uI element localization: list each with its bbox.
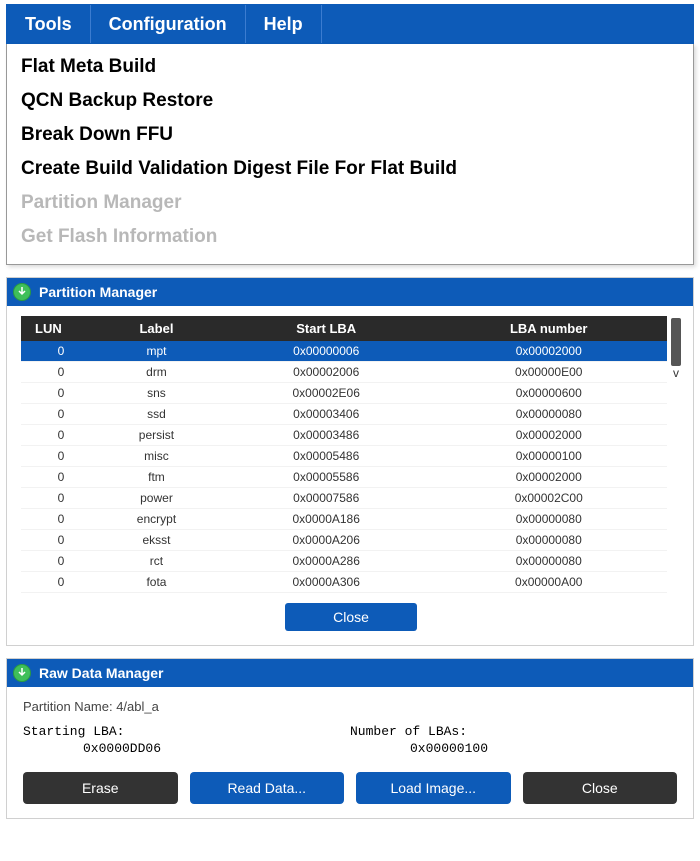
table-cell-start: 0x00003486: [222, 425, 431, 446]
scrollbar-thumb[interactable]: [671, 318, 681, 366]
table-cell-label: sns: [91, 383, 222, 404]
table-row[interactable]: 0drm0x000020060x00000E00: [21, 362, 667, 383]
table-cell-label: eksst: [91, 530, 222, 551]
table-cell-start: 0x0000A206: [222, 530, 431, 551]
table-row[interactable]: 0fota0x0000A3060x00000A00: [21, 572, 667, 593]
table-row[interactable]: 0encrypt0x0000A1860x00000080: [21, 509, 667, 530]
table-cell-start: 0x00002E06: [222, 383, 431, 404]
table-cell-lbanum: 0x00000A00: [430, 572, 667, 593]
table-cell-label: ftm: [91, 467, 222, 488]
table-cell-lun: 0: [21, 488, 91, 509]
col-lbanum: LBA number: [430, 316, 667, 341]
download-arrow-icon: [13, 283, 31, 301]
table-cell-lun: 0: [21, 509, 91, 530]
partition-manager-title: Partition Manager: [39, 284, 157, 300]
table-cell-lun: 0: [21, 467, 91, 488]
table-cell-lbanum: 0x00000E00: [430, 362, 667, 383]
table-cell-lbanum: 0x00000080: [430, 551, 667, 572]
table-cell-start: 0x00002006: [222, 362, 431, 383]
table-row[interactable]: 0ssd0x000034060x00000080: [21, 404, 667, 425]
table-cell-start: 0x00005486: [222, 446, 431, 467]
table-cell-lun: 0: [21, 446, 91, 467]
table-cell-lun: 0: [21, 404, 91, 425]
number-lbas-value: 0x00000100: [350, 741, 677, 756]
table-row[interactable]: 0rct0x0000A2860x00000080: [21, 551, 667, 572]
table-cell-label: ssd: [91, 404, 222, 425]
dropdown-item[interactable]: Create Build Validation Digest File For …: [7, 152, 693, 186]
table-cell-start: 0x00003406: [222, 404, 431, 425]
table-cell-lbanum: 0x00002C00: [430, 488, 667, 509]
table-cell-start: 0x0000A286: [222, 551, 431, 572]
raw-close-button[interactable]: Close: [523, 772, 678, 804]
table-cell-label: drm: [91, 362, 222, 383]
table-cell-lun: 0: [21, 425, 91, 446]
table-row[interactable]: 0ftm0x000055860x00002000: [21, 467, 667, 488]
table-cell-lun: 0: [21, 551, 91, 572]
table-cell-label: persist: [91, 425, 222, 446]
dropdown-item: Get Flash Information: [7, 220, 693, 254]
table-cell-start: 0x00007586: [222, 488, 431, 509]
menubar: Tools Configuration Help: [6, 4, 694, 44]
dropdown-item[interactable]: QCN Backup Restore: [7, 84, 693, 118]
dropdown-item[interactable]: Break Down FFU: [7, 118, 693, 152]
menu-help[interactable]: Help: [246, 5, 322, 43]
partition-table: LUN Label Start LBA LBA number 0mpt0x000…: [21, 316, 667, 593]
raw-data-manager-body: Partition Name: 4/abl_a Starting LBA: Nu…: [7, 687, 693, 818]
table-cell-lbanum: 0x00000100: [430, 446, 667, 467]
table-row[interactable]: 0eksst0x0000A2060x00000080: [21, 530, 667, 551]
table-cell-start: 0x00000006: [222, 341, 431, 362]
read-data-button[interactable]: Read Data...: [190, 772, 345, 804]
partition-name-label: Partition Name: 4/abl_a: [23, 699, 677, 714]
table-cell-lbanum: 0x00000080: [430, 404, 667, 425]
table-cell-label: rct: [91, 551, 222, 572]
table-cell-label: mpt: [91, 341, 222, 362]
raw-data-manager-title: Raw Data Manager: [39, 665, 163, 681]
download-arrow-icon: [13, 664, 31, 682]
col-lun: LUN: [21, 316, 91, 341]
table-cell-label: encrypt: [91, 509, 222, 530]
table-cell-label: fota: [91, 572, 222, 593]
table-cell-lbanum: 0x00000080: [430, 509, 667, 530]
dropdown-item[interactable]: Flat Meta Build: [7, 50, 693, 84]
table-row[interactable]: 0persist0x000034860x00002000: [21, 425, 667, 446]
number-lbas-label: Number of LBAs:: [350, 724, 677, 739]
dropdown-item: Partition Manager: [7, 186, 693, 220]
table-cell-lun: 0: [21, 341, 91, 362]
scrollbar-down-icon[interactable]: v: [671, 366, 681, 380]
table-cell-lun: 0: [21, 572, 91, 593]
table-cell-lun: 0: [21, 530, 91, 551]
table-cell-lun: 0: [21, 383, 91, 404]
table-cell-lbanum: 0x00002000: [430, 341, 667, 362]
table-cell-lbanum: 0x00002000: [430, 425, 667, 446]
table-cell-lbanum: 0x00000080: [430, 530, 667, 551]
col-label: Label: [91, 316, 222, 341]
table-cell-lbanum: 0x00002000: [430, 467, 667, 488]
table-cell-label: misc: [91, 446, 222, 467]
raw-data-manager-titlebar: Raw Data Manager: [7, 659, 693, 687]
col-start: Start LBA: [222, 316, 431, 341]
tools-dropdown: Flat Meta BuildQCN Backup RestoreBreak D…: [6, 44, 694, 265]
table-row[interactable]: 0sns0x00002E060x00000600: [21, 383, 667, 404]
raw-data-manager-panel: Raw Data Manager Partition Name: 4/abl_a…: [6, 658, 694, 819]
menu-tools[interactable]: Tools: [7, 5, 91, 43]
table-cell-label: power: [91, 488, 222, 509]
partition-manager-panel: Partition Manager LUN Label Start LBA LB…: [6, 277, 694, 646]
starting-lba-label: Starting LBA:: [23, 724, 350, 739]
erase-button[interactable]: Erase: [23, 772, 178, 804]
table-scrollbar[interactable]: v: [671, 316, 681, 380]
table-cell-start: 0x0000A306: [222, 572, 431, 593]
table-row[interactable]: 0mpt0x000000060x00002000: [21, 341, 667, 362]
partition-manager-body: LUN Label Start LBA LBA number 0mpt0x000…: [7, 306, 693, 645]
table-cell-lun: 0: [21, 362, 91, 383]
table-cell-lbanum: 0x00000600: [430, 383, 667, 404]
menu-configuration[interactable]: Configuration: [91, 5, 246, 43]
table-cell-start: 0x0000A186: [222, 509, 431, 530]
starting-lba-value: 0x0000DD06: [23, 741, 350, 756]
table-row[interactable]: 0power0x000075860x00002C00: [21, 488, 667, 509]
partition-manager-titlebar: Partition Manager: [7, 278, 693, 306]
load-image-button[interactable]: Load Image...: [356, 772, 511, 804]
table-row[interactable]: 0misc0x000054860x00000100: [21, 446, 667, 467]
table-cell-start: 0x00005586: [222, 467, 431, 488]
partition-close-button[interactable]: Close: [285, 603, 417, 631]
